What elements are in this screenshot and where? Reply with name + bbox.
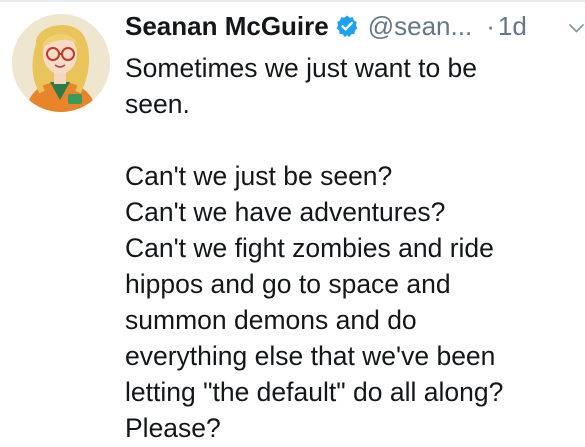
tweet-text-line: everything else that we've been — [125, 341, 496, 371]
chevron-down-icon[interactable] — [568, 20, 585, 37]
tweet-text-line: hippos and go to space and — [125, 269, 451, 299]
tweet-text-line: letting "the default" do all along? — [125, 377, 504, 407]
separator-dot: · — [486, 10, 495, 41]
tweet-text-line: Please? — [125, 413, 221, 443]
user-handle[interactable]: @sean... — [368, 11, 472, 42]
tweet-text: Sometimes we just want to be seen. Can't… — [125, 50, 580, 446]
tweet-header: Seanan McGuire @sean... · 1d — [125, 6, 527, 46]
avatar[interactable] — [12, 14, 110, 112]
tweet-text-line: seen. — [125, 89, 190, 119]
tweet-text-line: Can't we just be seen? — [125, 161, 393, 191]
tweet-text-line: Can't we fight zombies and ride — [125, 233, 494, 263]
paragraph-break — [125, 122, 580, 158]
timestamp[interactable]: 1d — [498, 11, 527, 42]
tweet-card[interactable]: Seanan McGuire @sean... · 1d Sometimes w… — [0, 0, 585, 447]
tweet-text-line: summon demons and do — [125, 305, 417, 335]
tweet-text-line: Sometimes we just want to be — [125, 53, 478, 83]
tweet-text-line: Can't we have adventures? — [125, 197, 446, 227]
verified-badge-icon — [335, 14, 359, 38]
avatar-illustration — [12, 14, 110, 112]
display-name[interactable]: Seanan McGuire — [125, 11, 329, 42]
